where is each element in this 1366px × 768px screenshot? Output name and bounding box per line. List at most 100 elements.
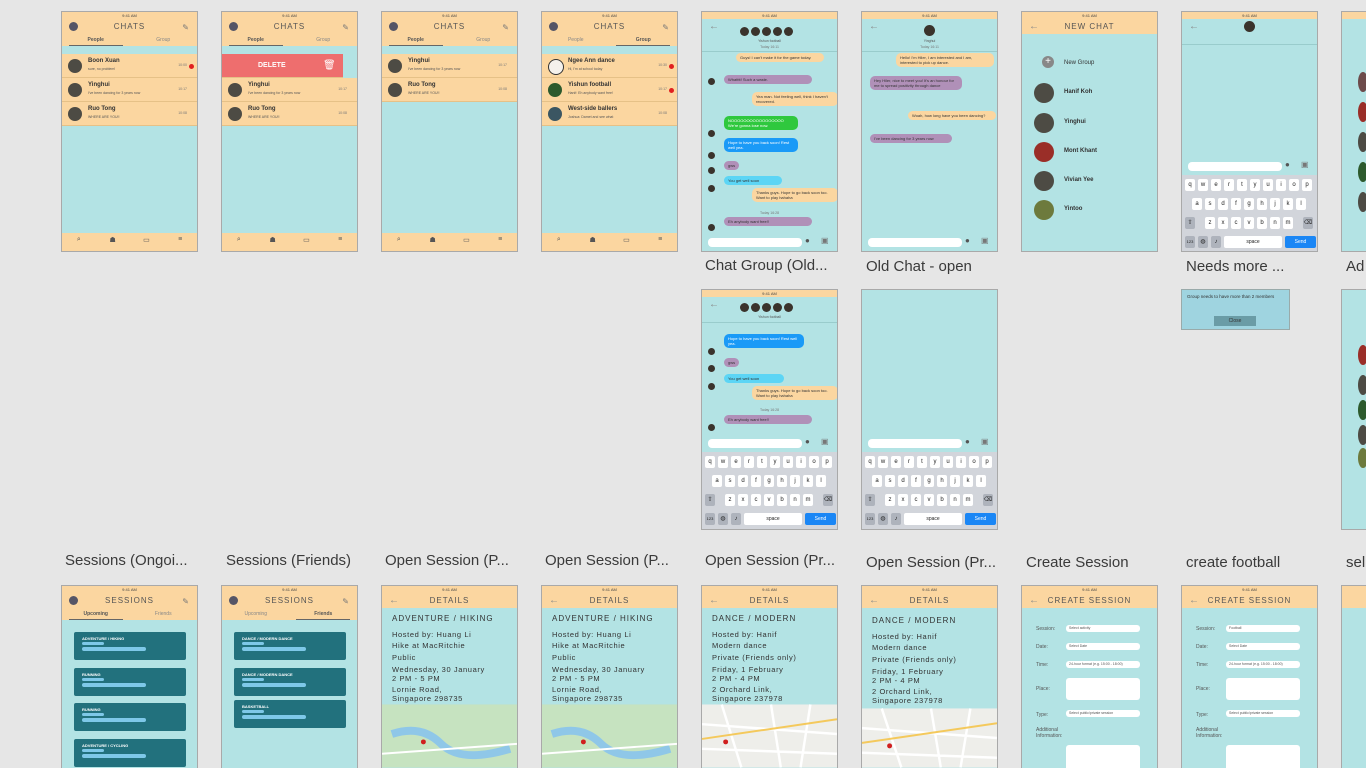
session-select[interactable]: Football <box>1226 625 1300 632</box>
key[interactable]: u <box>783 456 793 468</box>
camera-icon[interactable]: ▣ <box>981 437 989 446</box>
key[interactable]: p <box>982 456 992 468</box>
key[interactable]: u <box>1263 179 1273 191</box>
message-input[interactable] <box>868 439 962 448</box>
backspace-icon[interactable]: ⌫ <box>1303 217 1313 229</box>
menu-icon[interactable]: ≡ <box>483 236 517 243</box>
back-icon[interactable]: ← <box>549 593 560 608</box>
key[interactable]: n <box>1270 217 1280 229</box>
microphone-icon[interactable]: ♪ <box>891 513 901 525</box>
key[interactable]: q <box>1185 179 1195 191</box>
key[interactable]: i <box>1276 179 1286 191</box>
chat-row[interactable]: Ruo Tong WHERE ARE YOU!! 10:08 <box>62 102 197 126</box>
plus-icon[interactable]: + <box>1042 56 1054 68</box>
key[interactable]: h <box>937 475 947 487</box>
people-icon[interactable]: ☗ <box>256 236 290 244</box>
back-icon[interactable]: ← <box>869 593 880 608</box>
key[interactable]: m <box>803 494 813 506</box>
tab-people[interactable]: People <box>62 37 130 43</box>
key[interactable]: o <box>969 456 979 468</box>
tab-group[interactable]: Group <box>290 37 358 43</box>
key[interactable]: r <box>904 456 914 468</box>
key[interactable]: x <box>898 494 908 506</box>
key[interactable]: e <box>731 456 741 468</box>
key[interactable]: d <box>738 475 748 487</box>
tab-group[interactable]: Group <box>450 37 518 43</box>
key[interactable]: q <box>705 456 715 468</box>
session-card[interactable]: BASKETBALL <box>234 700 346 728</box>
space-key[interactable]: space <box>744 513 802 525</box>
session-card[interactable]: ADVENTURE / HIKING <box>74 632 186 660</box>
new-group-button[interactable]: New Group <box>1064 60 1094 66</box>
search-icon[interactable]: ⌕ <box>382 236 416 244</box>
key[interactable]: c <box>1231 217 1241 229</box>
key[interactable]: g <box>764 475 774 487</box>
chat-icon[interactable]: ▭ <box>450 236 484 244</box>
menu-icon[interactable]: ≡ <box>323 236 357 243</box>
contact-name[interactable]: Hanif Koh <box>1064 89 1092 95</box>
tab-group[interactable]: Group <box>610 37 678 43</box>
camera-icon[interactable]: ▣ <box>821 236 829 245</box>
date-select[interactable]: Select Date <box>1226 643 1300 650</box>
avatar[interactable] <box>389 22 398 31</box>
key[interactable]: k <box>963 475 973 487</box>
backspace-icon[interactable]: ⌫ <box>983 494 993 506</box>
key[interactable]: q <box>865 456 875 468</box>
back-icon[interactable]: ← <box>709 21 719 32</box>
key[interactable]: t <box>757 456 767 468</box>
key[interactable]: f <box>751 475 761 487</box>
key[interactable]: o <box>809 456 819 468</box>
compose-icon[interactable]: ✎ <box>182 20 190 35</box>
avatar[interactable] <box>549 22 558 31</box>
key[interactable]: h <box>1257 198 1267 210</box>
key[interactable]: k <box>803 475 813 487</box>
key[interactable]: x <box>1218 217 1228 229</box>
chat-icon[interactable]: ▭ <box>290 236 324 244</box>
session-card[interactable]: RUNNING <box>74 703 186 731</box>
tab-people[interactable]: People <box>542 37 610 43</box>
key[interactable]: i <box>956 456 966 468</box>
key[interactable]: p <box>822 456 832 468</box>
key[interactable]: w <box>878 456 888 468</box>
shift-key-icon[interactable]: ⇧ <box>865 494 875 506</box>
menu-icon[interactable]: ≡ <box>163 236 197 243</box>
space-key[interactable]: space <box>1224 236 1282 248</box>
group-row[interactable]: West-side ballers Joshua: Damet and see w… <box>542 102 677 126</box>
compose-icon[interactable]: ✎ <box>342 594 350 609</box>
back-icon[interactable]: ← <box>1029 19 1040 34</box>
back-icon[interactable]: ← <box>869 21 879 32</box>
back-icon[interactable]: ← <box>1189 593 1200 608</box>
key[interactable]: s <box>1205 198 1215 210</box>
info-input[interactable] <box>1226 745 1300 768</box>
backspace-icon[interactable]: ⌫ <box>823 494 833 506</box>
microphone-icon[interactable]: ● <box>805 437 810 446</box>
message-input[interactable] <box>1188 162 1282 171</box>
camera-icon[interactable]: ▣ <box>981 236 989 245</box>
globe-icon[interactable]: ◍ <box>1198 236 1208 248</box>
key[interactable]: b <box>1257 217 1267 229</box>
avatar[interactable] <box>69 22 78 31</box>
session-select[interactable]: Select activity <box>1066 625 1140 632</box>
key[interactable]: a <box>1192 198 1202 210</box>
chat-row[interactable]: Yinghui I've been dancing for 3 years now… <box>382 54 517 78</box>
compose-icon[interactable]: ✎ <box>342 20 350 35</box>
key[interactable]: a <box>712 475 722 487</box>
session-card[interactable]: ADVENTURE / CYCLING <box>74 739 186 767</box>
space-key[interactable]: space <box>904 513 962 525</box>
compose-icon[interactable]: ✎ <box>662 20 670 35</box>
key[interactable]: n <box>950 494 960 506</box>
chat-row[interactable]: Ruo Tong WHERE ARE YOU!! 10:08 <box>382 78 517 102</box>
key[interactable]: m <box>963 494 973 506</box>
key[interactable]: y <box>930 456 940 468</box>
type-select[interactable]: Select public/private session <box>1066 710 1140 717</box>
search-icon[interactable]: ⌕ <box>62 236 96 244</box>
key[interactable]: s <box>885 475 895 487</box>
tab-upcoming[interactable]: Upcoming <box>222 611 290 617</box>
numbers-key[interactable]: 123 <box>705 513 715 525</box>
session-card[interactable]: DANCE / MODERN DANCE <box>234 632 346 660</box>
key[interactable]: i <box>796 456 806 468</box>
key[interactable]: f <box>911 475 921 487</box>
compose-icon[interactable]: ✎ <box>502 20 510 35</box>
tab-group[interactable]: Group <box>130 37 198 43</box>
map[interactable] <box>382 704 517 768</box>
